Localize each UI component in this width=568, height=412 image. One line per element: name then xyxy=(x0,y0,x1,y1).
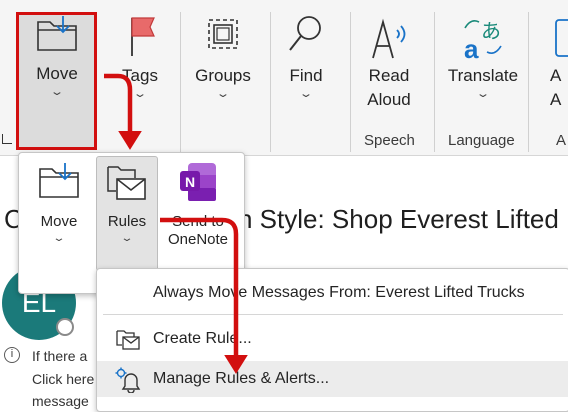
ribbon-divider xyxy=(350,12,351,152)
read-aloud-label-1: Read xyxy=(368,66,410,85)
groups-label: Groups xyxy=(195,66,251,85)
manage-rules-icon xyxy=(115,367,141,393)
create-rule-icon xyxy=(116,330,140,350)
presence-status-icon xyxy=(56,318,74,336)
ribbon-divider xyxy=(434,12,435,152)
partial-ribbon-button[interactable]: A A xyxy=(550,14,568,112)
chevron-down-icon: ⌄ xyxy=(475,88,491,100)
onenote-icon: N xyxy=(180,163,216,201)
rules-submenu: Always Move Messages From: Everest Lifte… xyxy=(96,268,568,412)
groups-button[interactable]: Groups ⌄ xyxy=(188,14,258,100)
tags-label: Tags xyxy=(122,66,158,85)
translate-icon: a あ xyxy=(464,19,502,62)
move-folder-icon xyxy=(39,163,79,198)
rules-button[interactable]: Rules ⌄ xyxy=(97,161,157,244)
dialog-launcher-icon[interactable] xyxy=(2,134,12,144)
rules-icon xyxy=(107,166,146,200)
svg-text:あ: あ xyxy=(481,19,501,43)
translate-label: Translate xyxy=(447,66,519,85)
menu-divider xyxy=(103,314,563,315)
send-to-label-1: Send to xyxy=(172,213,224,230)
menu-item-always-move[interactable]: Always Move Messages From: Everest Lifte… xyxy=(97,275,568,311)
speech-group-label: Speech xyxy=(364,132,415,149)
flag-icon xyxy=(131,17,155,56)
find-label: Find xyxy=(289,66,323,85)
tags-button[interactable]: Tags ⌄ xyxy=(112,14,168,100)
menu-item-manage-rules[interactable]: Manage Rules & Alerts... xyxy=(97,361,568,397)
move-folder-icon xyxy=(37,16,77,51)
language-group-label: Language xyxy=(448,132,515,149)
partial-label-1: A xyxy=(550,66,562,85)
search-icon xyxy=(289,16,321,51)
send-to-label-2: OneNote xyxy=(167,231,229,248)
send-to-onenote-button[interactable]: N Send to OneNote xyxy=(161,161,235,249)
info-text-line-3: message xyxy=(32,393,89,409)
move-button[interactable]: Move ⌄ xyxy=(18,14,96,98)
svg-text:a: a xyxy=(464,34,479,62)
read-aloud-icon xyxy=(372,18,406,59)
read-aloud-button[interactable]: Read Aloud xyxy=(356,14,422,112)
partial-group-label: A xyxy=(556,132,567,149)
menu-item-label: Manage Rules & Alerts... xyxy=(153,370,330,387)
ribbon: Move ⌄ Tags ⌄ Groups ⌄ Find ⌄ Read Aloud… xyxy=(0,0,568,156)
info-text-line-2[interactable]: Click here xyxy=(32,371,94,387)
move-label: Move xyxy=(36,64,78,83)
ribbon-divider xyxy=(270,12,271,152)
rules-label: Rules xyxy=(107,213,147,230)
find-button[interactable]: Find ⌄ xyxy=(278,14,334,100)
info-text-line-1: If there a xyxy=(32,348,88,364)
svg-text:N: N xyxy=(185,174,195,190)
ribbon-divider xyxy=(180,12,181,152)
partial-label-2: A xyxy=(550,90,562,109)
translate-button[interactable]: a あ Translate ⌄ xyxy=(440,14,526,100)
partial-icon xyxy=(555,19,568,57)
move-label: Move xyxy=(40,213,78,230)
menu-item-create-rule[interactable]: Create Rule... xyxy=(97,321,568,357)
groups-icon xyxy=(208,19,238,49)
ribbon-divider xyxy=(528,12,529,152)
info-icon: i xyxy=(4,347,20,363)
read-aloud-label-2: Aloud xyxy=(367,90,411,109)
menu-item-label: Always Move Messages From: Everest Lifte… xyxy=(153,284,525,301)
email-subject: n Style: Shop Everest Lifted xyxy=(238,204,559,234)
move-to-folder-button[interactable]: Move ⌄ xyxy=(29,161,89,244)
menu-item-label: Create Rule... xyxy=(153,330,252,347)
chevron-down-icon: ⌄ xyxy=(298,88,314,100)
